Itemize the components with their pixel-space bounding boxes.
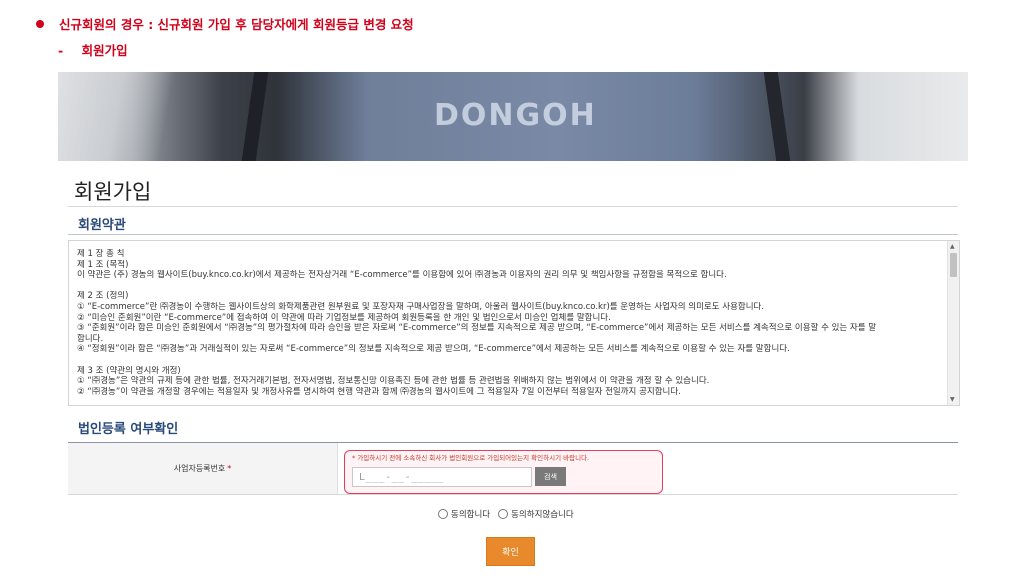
terms-divider <box>68 234 958 235</box>
header-banner: DONGOH <box>58 72 968 161</box>
notice-sub: - 회원가입 <box>58 40 128 59</box>
terms-textarea[interactable]: 제 1 장 총 칙제 1 조 (목적) 이 약관은 (주) 경농의 웹사이트(bu… <box>68 240 960 406</box>
terms-line: 합니다. <box>77 333 104 344</box>
sub-dash: - <box>58 43 64 58</box>
notice-bullet: 신규회원의 경우 : 신규회원 가입 후 담당자에게 회원등급 변경 요청 <box>36 14 414 33</box>
registration-hint: * 가입하시기 전에 소속하신 회사가 법인회원으로 가입되어있는지 확인하시기… <box>352 454 590 462</box>
scroll-up-icon[interactable]: ▲ <box>950 243 955 250</box>
disagree-radio[interactable] <box>498 509 509 519</box>
terms-line: ② “미승인 준회원”이란 “E-commerce”에 접속하여 이 약관에 따… <box>77 312 611 323</box>
terms-section-title: 회원약관 <box>78 218 126 233</box>
required-mark: * <box>227 464 232 473</box>
search-button[interactable]: 검색 <box>535 467 566 486</box>
terms-line: 제 3 조 (약관의 명시와 개정) <box>77 365 181 376</box>
scroll-thumb[interactable] <box>950 253 957 277</box>
terms-line: 제 1 장 총 칙 <box>77 249 125 259</box>
company-logo: DONGOH <box>434 98 597 133</box>
page-title: 회원가입 <box>74 180 152 204</box>
sub-text: 회원가입 <box>81 43 128 58</box>
bullet-dot-icon <box>36 19 44 28</box>
business-number-input[interactable] <box>352 467 532 487</box>
scroll-down-icon[interactable]: ▼ <box>950 396 955 403</box>
registration-section-title: 법인등록 여부확인 <box>78 422 179 437</box>
terms-line <box>77 281 943 292</box>
terms-content: 제 1 장 총 칙제 1 조 (목적) 이 약관은 (주) 경농의 웹사이트(bu… <box>77 249 943 397</box>
brn-label: 사업자등록번호 <box>173 464 226 473</box>
brn-label-cell: 사업자등록번호 * <box>68 443 338 494</box>
terms-line: 제 2 조 (정의) <box>77 291 129 302</box>
agree-label: 동의합니다 <box>451 510 491 520</box>
terms-line: 제 1 조 (목적) <box>77 259 129 270</box>
banner-device-edge-right <box>763 72 791 161</box>
banner-device-edge <box>241 72 269 161</box>
terms-scrollbar[interactable]: ▲ ▼ <box>947 241 959 405</box>
terms-line <box>77 355 943 366</box>
terms-line: ① “㈜경농”은 약관의 규제 등에 관한 법률, 전자거래기본법, 전자서명법… <box>77 376 710 387</box>
agree-radio[interactable] <box>438 509 448 519</box>
disagree-option[interactable]: 동의하지않습니다 <box>498 508 574 520</box>
terms-line: ④ “정회원”이라 함은 “㈜경농”과 거래실적이 있는 자로써 “E-comm… <box>77 344 790 355</box>
confirm-button[interactable]: 확인 <box>486 537 535 566</box>
banner-shine <box>58 72 188 161</box>
disagree-label: 동의하지않습니다 <box>511 510 574 520</box>
agree-option[interactable]: 동의합니다 <box>438 508 490 520</box>
terms-line: ② “㈜경농”이 약관을 개정할 경우에는 적용일자 및 개정사유를 명시하여 … <box>77 386 681 397</box>
title-divider <box>68 206 958 207</box>
terms-line: 이 약관은 (주) 경농의 웹사이트(buy.knco.co.kr)에서 제공하… <box>77 270 727 281</box>
terms-line: ③ “준회원”이라 함은 미승인 준회원에서 “㈜경농”의 평가절차에 따라 승… <box>77 323 877 334</box>
terms-line: ① “E-commerce”란 ㈜경농이 수행하는 웹사이트상의 화학제품관련 … <box>77 301 765 312</box>
notice-text: 신규회원의 경우 : 신규회원 가입 후 담당자에게 회원등급 변경 요청 <box>59 17 414 32</box>
agreement-radio-group: 동의합니다 동의하지않습니다 <box>438 508 582 520</box>
